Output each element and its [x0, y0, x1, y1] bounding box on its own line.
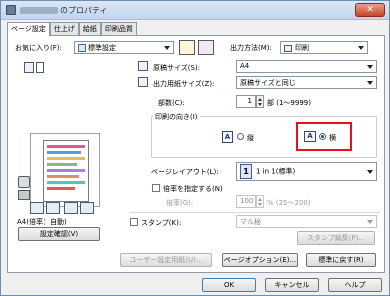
- chevron-down-icon: [164, 46, 170, 50]
- ok-button[interactable]: OK: [202, 278, 256, 292]
- edit-view-icon[interactable]: [46, 202, 60, 214]
- user-paper-settings-button[interactable]: ユーザー設定用紙(U)...: [120, 253, 212, 267]
- preview-line: [47, 157, 85, 160]
- output-method-value: 印刷: [295, 44, 309, 52]
- stamp-label: スタンプ(K):: [141, 219, 182, 227]
- copies-value: 1: [247, 97, 252, 105]
- page-size-select[interactable]: A4: [236, 60, 377, 73]
- scaling-input[interactable]: 100: [236, 195, 256, 208]
- printer-device-icon: [18, 176, 30, 188]
- orientation-label: 印刷の向き(I): [153, 112, 200, 122]
- scaling-spinner[interactable]: [256, 195, 264, 208]
- preview-document: [43, 140, 89, 202]
- tab-print-quality[interactable]: 印刷品質: [100, 22, 137, 35]
- preview-line: [47, 181, 85, 184]
- print-icon: [284, 44, 292, 52]
- scaling-value-label: 倍率(G):: [166, 199, 194, 207]
- page-icon: [36, 62, 44, 73]
- output-size-select[interactable]: 原稿サイズと同じ: [236, 76, 377, 89]
- page-layout-label: ページレイアウト(L):: [151, 168, 219, 176]
- favorites-label: お気に入り(F):: [15, 44, 62, 52]
- stamp-select[interactable]: マル秘: [236, 215, 377, 228]
- portrait-label: 縦: [247, 134, 254, 142]
- stamp-edit-button[interactable]: スタンプ編集(P)...: [297, 231, 375, 245]
- output-size-icon: [138, 77, 148, 87]
- title-bar: のプロパティ ✕: [1, 1, 389, 20]
- portrait-radio[interactable]: [237, 133, 244, 140]
- printer-properties-window: のプロパティ ✕ ページ設定 仕上げ 給紙 印刷品質 お気に入り(F): 標準設…: [0, 0, 390, 296]
- preview-line: [47, 187, 75, 190]
- preview-line: [47, 175, 79, 178]
- page-size-value: A4: [240, 62, 250, 70]
- cancel-button[interactable]: キャンセル: [265, 278, 319, 292]
- copies-spinner[interactable]: [256, 95, 264, 108]
- layout-view-icon[interactable]: [30, 202, 44, 214]
- output-size-label: 出力用紙サイズ(Z):: [153, 80, 215, 88]
- scaling-checkbox[interactable]: [152, 184, 160, 192]
- favorites-value: 標準設定: [88, 44, 116, 52]
- scaling-value: 100: [240, 197, 254, 205]
- tab-bar: ページ設定 仕上げ 給紙 印刷品質: [7, 22, 137, 36]
- multi-page-icon[interactable]: [80, 202, 94, 214]
- preview-line: [47, 151, 81, 154]
- page-options-button[interactable]: ページオプション(E)...: [222, 253, 298, 267]
- tab-page-setup[interactable]: ページ設定: [7, 22, 50, 36]
- favorites-select[interactable]: 標準設定: [74, 41, 174, 54]
- close-button[interactable]: ✕: [355, 3, 385, 17]
- printer-icon: [6, 5, 16, 15]
- single-page-icon[interactable]: [64, 202, 78, 214]
- scaling-range: % (25～200): [267, 199, 311, 207]
- copies-input[interactable]: 1: [236, 95, 256, 108]
- copies-range: 部 (1～9999): [267, 99, 311, 107]
- tab-paper-source[interactable]: 給紙: [78, 22, 101, 35]
- chevron-down-icon: [367, 81, 373, 85]
- layout-1in1-icon: 1: [240, 164, 252, 179]
- favorites-icon: [78, 44, 86, 52]
- chevron-down-icon: [367, 170, 373, 174]
- preview-caption: A4(倍率：自動): [17, 218, 67, 226]
- preview-line: [47, 145, 85, 148]
- preview-mode-icon[interactable]: [24, 62, 34, 73]
- chevron-down-icon: [367, 220, 373, 224]
- stamp-value: マル秘: [240, 218, 261, 226]
- annotation-highlight: [296, 122, 352, 151]
- page-size-label: 原稿サイズ(S):: [153, 64, 201, 72]
- window-title: のプロパティ: [20, 5, 108, 16]
- copies-label: 部数(C):: [158, 99, 185, 107]
- preview-line: [47, 169, 85, 172]
- chevron-down-icon: [367, 65, 373, 69]
- edit-favorite-icon[interactable]: [198, 40, 214, 55]
- page-preview: [30, 133, 100, 207]
- stamp-checkbox[interactable]: [130, 218, 138, 226]
- preview-line: [47, 163, 77, 166]
- divider: [130, 212, 380, 213]
- page-layout-select[interactable]: 1 1 in 1(標準): [236, 162, 377, 181]
- output-method-label: 出力方法(M):: [230, 44, 272, 52]
- chevron-down-icon: [358, 46, 364, 50]
- page-layout-value: 1 in 1(標準): [256, 167, 296, 176]
- help-button[interactable]: ヘルプ: [328, 278, 382, 292]
- page-setup-panel: お気に入り(F): 標準設定 出力方法(M): 印刷 原稿サイズ(S): A4 …: [7, 35, 385, 273]
- paper-tray-icon: [18, 190, 30, 200]
- scaling-checkbox-label: 倍率を指定する(N): [163, 185, 223, 193]
- add-favorite-icon[interactable]: [179, 40, 195, 55]
- output-method-select[interactable]: 印刷: [280, 41, 368, 54]
- output-size-value: 原稿サイズと同じ: [240, 79, 296, 87]
- settings-confirm-button[interactable]: 設定確認(V): [18, 227, 100, 241]
- tab-finishing[interactable]: 仕上げ: [49, 22, 79, 35]
- portrait-icon: A: [222, 131, 233, 143]
- redacted-printer-name: [20, 7, 58, 14]
- page-size-icon: [138, 61, 148, 71]
- restore-defaults-button[interactable]: 標準に戻す(R): [306, 253, 376, 267]
